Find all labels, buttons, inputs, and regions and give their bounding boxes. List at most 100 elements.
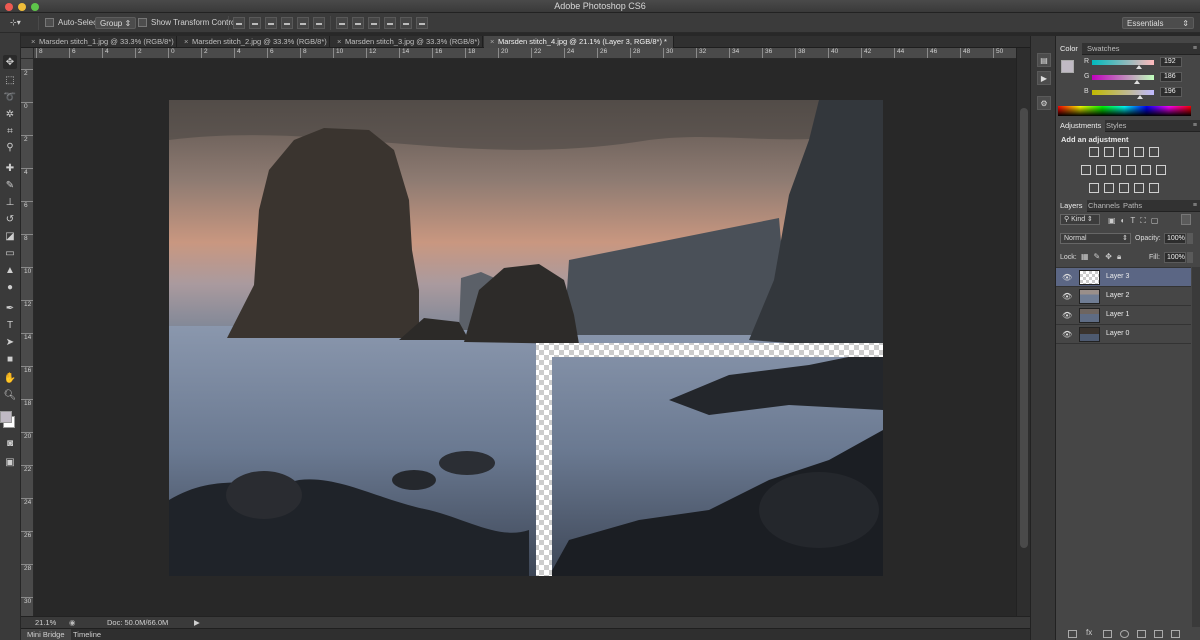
exposure-icon[interactable]: [1134, 147, 1144, 157]
brush-tool-icon[interactable]: ✎: [3, 178, 17, 192]
layer-row[interactable]: 👁︎ Layer 1: [1056, 306, 1191, 325]
tab-mini-bridge[interactable]: Mini Bridge: [21, 629, 71, 640]
channel-value-input[interactable]: 196: [1160, 87, 1182, 97]
move-tool-icon[interactable]: ✥: [3, 55, 17, 69]
color-balance-icon[interactable]: [1096, 165, 1106, 175]
actions-panel-icon[interactable]: ▶: [1037, 71, 1051, 85]
history-panel-icon[interactable]: ▤: [1037, 53, 1051, 67]
layer-row[interactable]: 👁︎ Layer 0: [1056, 325, 1191, 344]
foreground-color-swatch[interactable]: [0, 411, 12, 423]
panel-menu-icon[interactable]: ≡: [1193, 45, 1197, 52]
tab-paths[interactable]: Paths: [1119, 200, 1146, 212]
slider-knob[interactable]: [1136, 95, 1143, 99]
lock-options-icons[interactable]: ▦✎✥🔒︎: [1081, 252, 1126, 262]
fill-slider-toggle[interactable]: [1187, 252, 1193, 263]
align-vcenter-button[interactable]: [249, 17, 261, 29]
properties-panel-icon[interactable]: ⚙: [1037, 96, 1051, 110]
quick-mask-icon[interactable]: ◙: [3, 436, 17, 450]
tab-layers[interactable]: Layers: [1056, 200, 1087, 212]
layer-mask-icon[interactable]: [1103, 630, 1112, 638]
align-left-button[interactable]: [281, 17, 293, 29]
panel-menu-icon[interactable]: ≡: [1193, 122, 1197, 129]
close-tab-icon[interactable]: ×: [184, 36, 192, 48]
slider-knob[interactable]: [1134, 80, 1141, 84]
layer-row[interactable]: 👁︎ Layer 3: [1056, 268, 1191, 287]
channel-slider[interactable]: [1092, 90, 1154, 99]
opacity-input[interactable]: 100%: [1164, 233, 1186, 244]
selective-color-icon[interactable]: [1134, 183, 1144, 193]
eyedropper-tool-icon[interactable]: ⚲: [3, 140, 17, 154]
document-image[interactable]: [169, 100, 883, 576]
layer-filter-dropdown[interactable]: ⚲ Kind ⇕: [1060, 214, 1100, 225]
gradient-map-icon[interactable]: [1149, 183, 1159, 193]
eye-icon[interactable]: 👁︎: [1062, 311, 1072, 320]
slider-knob[interactable]: [1135, 65, 1142, 69]
distribute-vcenter-button[interactable]: [352, 17, 364, 29]
new-group-icon[interactable]: [1137, 630, 1146, 638]
type-tool-icon[interactable]: T: [3, 318, 17, 332]
posterize-icon[interactable]: [1104, 183, 1114, 193]
tab-marsden-stitch-1[interactable]: × Marsden stitch_1.jpg @ 33.3% (RGB/8*): [25, 36, 177, 48]
tab-swatches[interactable]: Swatches: [1083, 43, 1124, 55]
tab-marsden-stitch-3[interactable]: × Marsden stitch_3.jpg @ 33.3% (RGB/8*): [331, 36, 483, 48]
levels-icon[interactable]: [1104, 147, 1114, 157]
fill-input[interactable]: 100%: [1164, 252, 1186, 263]
blend-mode-dropdown[interactable]: Normal ⇕: [1060, 233, 1131, 244]
tab-marsden-stitch-2[interactable]: × Marsden stitch_2.jpg @ 33.3% (RGB/8*): [178, 36, 330, 48]
magic-wand-tool-icon[interactable]: ✲: [3, 107, 17, 121]
panel-menu-icon[interactable]: ≡: [1193, 202, 1197, 209]
brightness-contrast-icon[interactable]: [1089, 147, 1099, 157]
distribute-top-button[interactable]: [336, 17, 348, 29]
vibrance-icon[interactable]: [1149, 147, 1159, 157]
tab-styles[interactable]: Styles: [1102, 120, 1130, 132]
invert-icon[interactable]: [1089, 183, 1099, 193]
curves-icon[interactable]: [1119, 147, 1129, 157]
tab-adjustments[interactable]: Adjustments: [1056, 120, 1106, 132]
status-icon[interactable]: ◉: [69, 618, 76, 627]
adjustment-layer-icon[interactable]: [1120, 630, 1129, 638]
close-tab-icon[interactable]: ×: [337, 36, 345, 48]
channel-value-input[interactable]: 192: [1160, 57, 1182, 67]
layers-scrollbar[interactable]: [1192, 267, 1200, 627]
color-spectrum-bar[interactable]: [1058, 106, 1191, 116]
move-tool-preset-icon[interactable]: ⊹▾: [10, 16, 21, 29]
distribute-right-button[interactable]: [416, 17, 428, 29]
align-top-button[interactable]: [233, 17, 245, 29]
auto-select-dropdown[interactable]: Group ⇕: [95, 17, 137, 29]
transform-controls-checkbox[interactable]: Show Transform Controls: [138, 16, 241, 29]
eye-icon[interactable]: 👁︎: [1062, 273, 1072, 282]
path-selection-tool-icon[interactable]: ➤: [3, 335, 17, 349]
zoom-level[interactable]: 21.1%: [35, 618, 56, 627]
channel-slider[interactable]: [1092, 60, 1154, 69]
align-bottom-button[interactable]: [265, 17, 277, 29]
gradient-tool-icon[interactable]: ▭: [3, 246, 17, 260]
status-menu-arrow-icon[interactable]: ▶: [194, 618, 200, 627]
layer-row[interactable]: 👁︎ Layer 2: [1056, 287, 1191, 306]
eye-icon[interactable]: 👁︎: [1062, 330, 1072, 339]
ruler-origin[interactable]: [21, 48, 34, 59]
tab-marsden-stitch-4[interactable]: × Marsden stitch_4.jpg @ 21.1% (Layer 3, …: [484, 36, 674, 48]
crop-tool-icon[interactable]: ⌗: [3, 124, 17, 138]
vertical-scrollbar[interactable]: [1016, 48, 1030, 616]
channel-mixer-icon[interactable]: [1141, 165, 1151, 175]
close-tab-icon[interactable]: ×: [31, 36, 39, 48]
color-panel-foreground[interactable]: [1061, 60, 1074, 73]
channel-value-input[interactable]: 186: [1160, 72, 1182, 82]
filter-type-icons[interactable]: ▣◐T⛶▢: [1108, 216, 1163, 226]
align-right-button[interactable]: [313, 17, 325, 29]
align-hcenter-button[interactable]: [297, 17, 309, 29]
distribute-hcenter-button[interactable]: [400, 17, 412, 29]
horizontal-ruler[interactable]: 8 6 4 2 0 2 4 6 8 10 12 14 16 18 20 22 24 26 28 30 32 34 36 38 4…: [34, 48, 1016, 59]
lasso-tool-icon[interactable]: ➰: [3, 90, 17, 104]
vertical-ruler[interactable]: 202468101214161820222426283032: [21, 59, 34, 616]
eye-icon[interactable]: 👁︎: [1062, 292, 1072, 301]
channel-slider[interactable]: [1092, 75, 1154, 84]
distribute-left-button[interactable]: [384, 17, 396, 29]
hue-saturation-icon[interactable]: [1081, 165, 1091, 175]
link-layers-icon[interactable]: [1068, 630, 1077, 638]
tab-channels[interactable]: Channels: [1084, 200, 1124, 212]
zoom-tool-icon[interactable]: 🔍︎: [3, 388, 17, 402]
scrollbar-thumb[interactable]: [1020, 108, 1028, 548]
close-tab-icon[interactable]: ×: [490, 36, 498, 48]
photo-filter-icon[interactable]: [1126, 165, 1136, 175]
